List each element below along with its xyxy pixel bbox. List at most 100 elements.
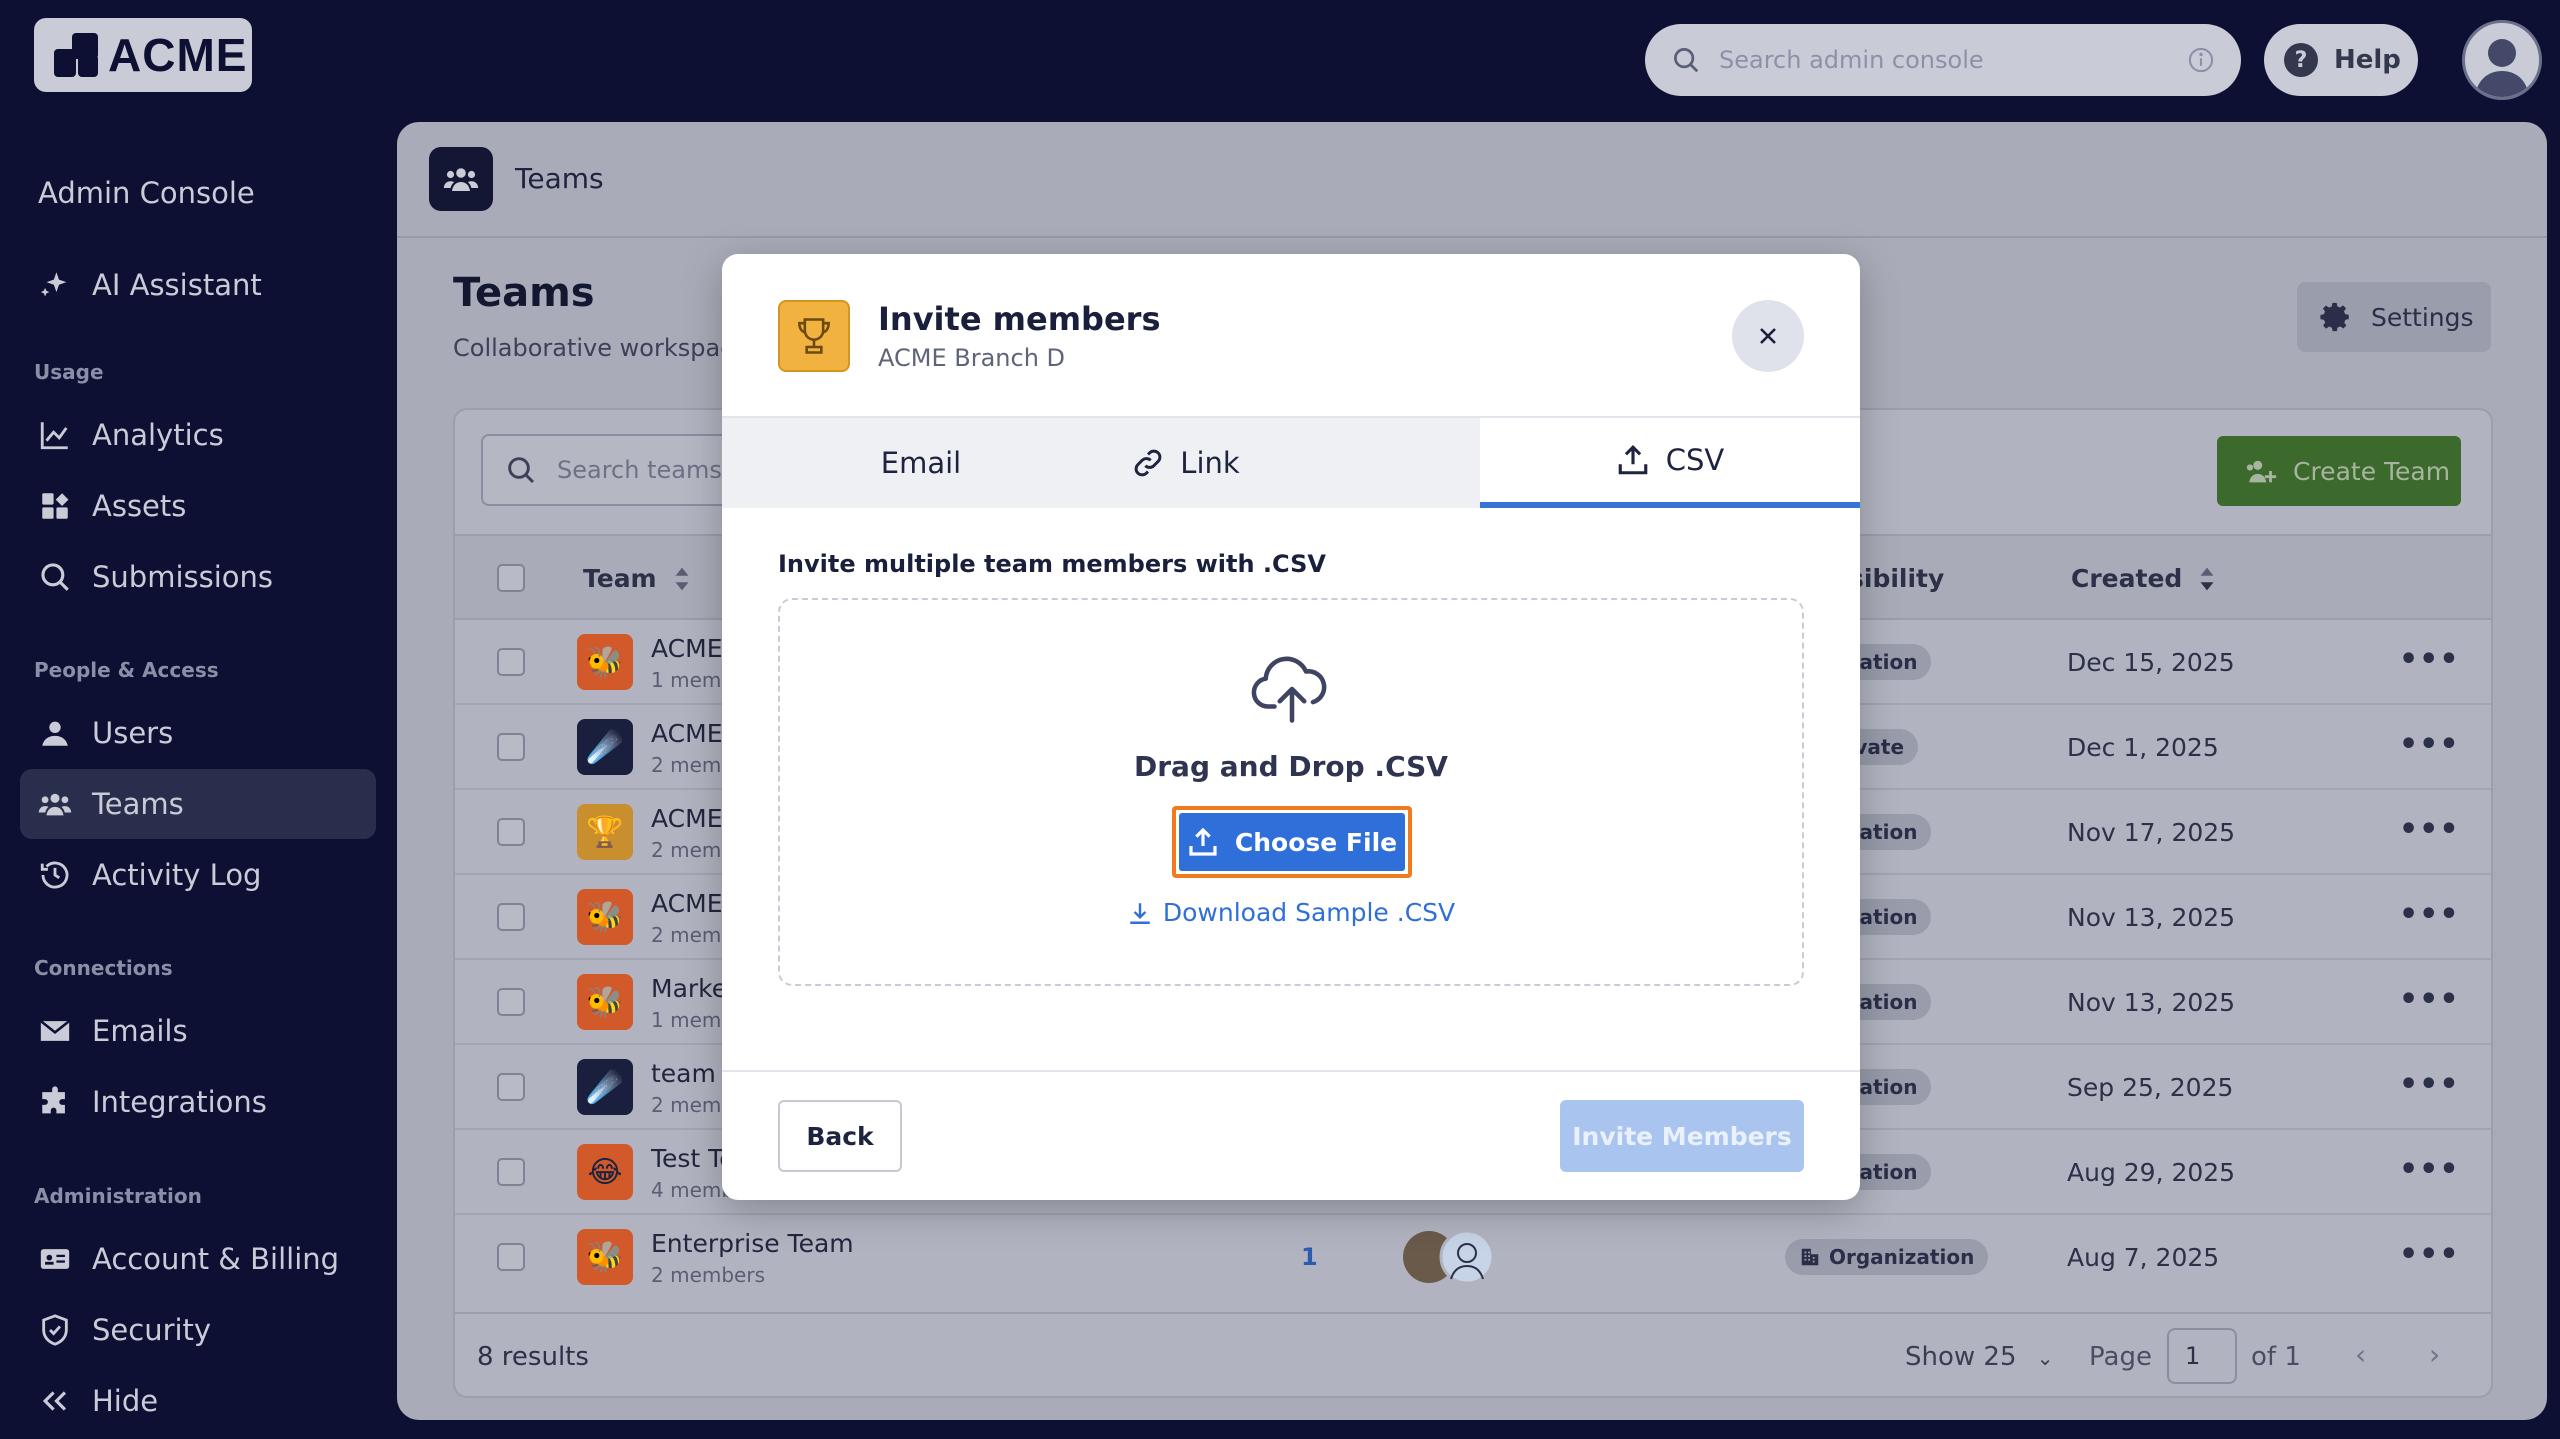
sidebar-item-label: Assets — [92, 489, 187, 523]
team-count[interactable]: 1 — [1301, 1243, 1318, 1271]
user-avatar[interactable] — [2462, 20, 2542, 100]
row-menu-icon[interactable]: ••• — [2399, 897, 2460, 932]
tab-email[interactable]: Email — [722, 418, 961, 508]
help-button[interactable]: ? Help — [2264, 24, 2418, 96]
info-icon[interactable] — [2187, 46, 2215, 74]
sidebar-item-label: Users — [92, 716, 174, 750]
add-team-icon — [2246, 460, 2277, 483]
sort-icon — [675, 567, 689, 590]
team-name: ACME — [651, 804, 723, 833]
search-icon — [508, 457, 535, 484]
dialog-header: Invite members ACME Branch D — [722, 254, 1860, 418]
created-date: Nov 13, 2025 — [2067, 988, 2236, 1017]
row-checkbox[interactable] — [497, 648, 525, 676]
choose-file-label: Choose File — [1234, 827, 1398, 857]
create-team-button[interactable]: Create Team — [2217, 436, 2461, 506]
user-icon — [2475, 39, 2529, 97]
page-number-input[interactable]: 1 — [2167, 1328, 2237, 1384]
column-created[interactable]: Created — [2071, 564, 2218, 593]
shield-icon — [42, 1314, 68, 1346]
row-checkbox[interactable] — [497, 733, 525, 761]
sidebar-item-account-billing[interactable]: Account & Billing — [20, 1224, 376, 1294]
upload-icon — [1189, 827, 1217, 856]
sidebar-item-ai-assistant[interactable]: AI Assistant — [20, 250, 376, 320]
page-size-select[interactable]: Show 25 ⌄ — [1905, 1342, 2054, 1372]
row-checkbox[interactable] — [497, 988, 525, 1016]
sidebar-item-integrations[interactable]: Integrations — [20, 1067, 376, 1137]
row-checkbox[interactable] — [497, 1243, 525, 1271]
results-count: 8 results — [477, 1342, 589, 1372]
invite-members-dialog: Invite members ACME Branch D Email Link … — [722, 254, 1860, 1200]
row-menu-icon[interactable]: ••• — [2399, 642, 2460, 677]
close-icon — [1760, 328, 1776, 344]
section-administration: Administration — [34, 1184, 202, 1208]
invite-members-button[interactable]: Invite Members — [1560, 1100, 1804, 1172]
row-checkbox[interactable] — [497, 1073, 525, 1101]
row-menu-icon[interactable]: ••• — [2399, 727, 2460, 762]
main-header: Teams — [397, 122, 2547, 238]
row-menu-icon[interactable]: ••• — [2399, 1067, 2460, 1102]
sidebar-item-assets[interactable]: Assets — [20, 471, 376, 541]
download-sample-link[interactable]: Download Sample .CSV — [780, 898, 1802, 927]
sidebar-item-submissions[interactable]: Submissions — [20, 542, 376, 612]
close-button[interactable] — [1732, 300, 1804, 372]
team-members: 2 mem — [651, 753, 722, 777]
row-checkbox[interactable] — [497, 903, 525, 931]
settings-button[interactable]: Settings — [2297, 282, 2491, 352]
row-checkbox[interactable] — [497, 1158, 525, 1186]
teams-header-icon — [429, 147, 493, 211]
create-team-label: Create Team — [2293, 456, 2451, 486]
dialog-subtitle: ACME Branch D — [878, 344, 1066, 372]
building-icon — [1801, 1248, 1819, 1266]
row-menu-icon[interactable]: ••• — [2399, 1152, 2460, 1187]
link-icon — [1135, 449, 1162, 477]
team-members: 2 mem — [651, 838, 722, 862]
section-usage: Usage — [34, 360, 104, 384]
breadcrumb-title: Teams — [515, 162, 604, 195]
tab-link[interactable]: Link — [954, 418, 1418, 508]
team-name: Marke — [651, 974, 728, 1003]
acme-logo[interactable]: ACME — [34, 18, 252, 92]
sidebar-item-teams[interactable]: Teams — [20, 769, 376, 839]
comet-icon: ☄️ — [577, 1059, 633, 1115]
admin-search-input[interactable]: Search admin console — [1645, 24, 2241, 96]
sidebar-item-emails[interactable]: Emails — [20, 996, 376, 1066]
csv-dropzone[interactable]: Drag and Drop .CSV Choose File Download … — [778, 598, 1804, 986]
sidebar-item-security[interactable]: Security — [20, 1295, 376, 1365]
team-name: ACME — [651, 889, 723, 918]
sidebar-item-users[interactable]: Users — [20, 698, 376, 768]
column-visibility-label: sibility — [1849, 564, 1945, 593]
sidebar-item-label: Account & Billing — [92, 1242, 340, 1276]
row-menu-icon[interactable]: ••• — [2399, 1237, 2460, 1272]
select-all-checkbox[interactable] — [497, 564, 525, 592]
choose-file-button[interactable]: Choose File — [1172, 806, 1412, 878]
sidebar-item-label: AI Assistant — [92, 268, 262, 302]
back-button[interactable]: Back — [778, 1100, 902, 1172]
sidebar-item-activity-log[interactable]: Activity Log — [20, 840, 376, 910]
row-menu-icon[interactable]: ••• — [2399, 982, 2460, 1017]
column-team[interactable]: Team — [583, 564, 693, 593]
team-name: ACME — [651, 634, 723, 663]
column-visibility[interactable]: sibility — [1849, 564, 1944, 593]
table-row[interactable]: 🐝 Enterprise Team 2 members 1 Organizati… — [455, 1215, 2491, 1300]
laugh-icon: 😂 — [577, 1144, 633, 1200]
prev-page-icon[interactable]: ‹ — [2355, 1338, 2366, 1371]
sidebar-hide-button[interactable]: Hide — [20, 1366, 376, 1436]
help-label: Help — [2334, 45, 2401, 75]
row-checkbox[interactable] — [497, 818, 525, 846]
bee-icon: 🐝 — [577, 634, 633, 690]
column-created-label: Created — [2071, 564, 2183, 593]
created-date: Aug 29, 2025 — [2067, 1158, 2236, 1187]
logo-text: ACME — [108, 29, 248, 81]
dialog-footer: Back Invite Members — [722, 1070, 1860, 1200]
row-menu-icon[interactable]: ••• — [2399, 812, 2460, 847]
tab-csv[interactable]: CSV — [1480, 418, 1860, 508]
sidebar-item-analytics[interactable]: Analytics — [20, 400, 376, 470]
column-team-label: Team — [583, 564, 657, 593]
next-page-icon[interactable]: › — [2429, 1338, 2440, 1371]
choose-file-inner[interactable]: Choose File — [1179, 813, 1405, 871]
created-date: Dec 15, 2025 — [2067, 648, 2235, 677]
upload-icon — [1618, 445, 1648, 475]
assets-icon — [42, 493, 69, 519]
team-name: ACME — [651, 719, 723, 748]
